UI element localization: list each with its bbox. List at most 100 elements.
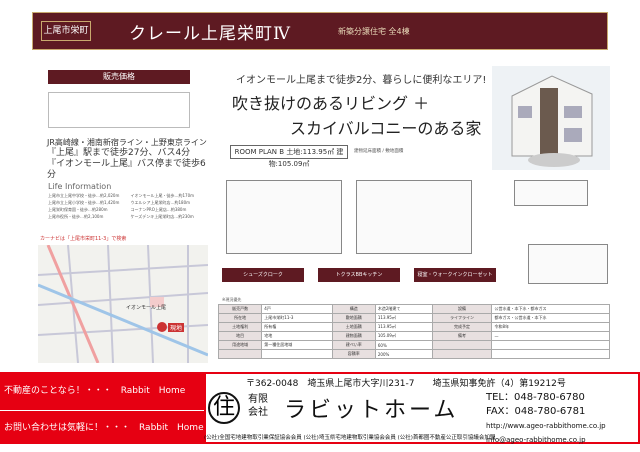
house-svg	[492, 66, 610, 170]
spec-label: 完成予定	[431, 322, 493, 332]
spec-row: 所在地 上尾市栄町11-3 敷地面積 113.95㎡ ライフライン 都市ガス・公営水道・本…	[217, 313, 610, 323]
life-item: 上尾市立上尾小学校・徒歩…約1,420m	[48, 200, 120, 205]
catch-line-1: イオンモール上尾まで徒歩2分、暮らしに便利なエリア!	[236, 75, 487, 86]
spec-row: 用途地域 第一種住居地域 建ぺい率 60%	[217, 340, 610, 350]
map-label: カーナビは「上尾市栄町11-3」で検索	[40, 235, 126, 242]
email-link[interactable]: info@ageo-rabbithome.co.jp	[486, 433, 606, 447]
website-link[interactable]: http://www.ageo-rabbithome.co.jp	[486, 419, 606, 433]
spec-value: 都市ガス・公営水道・本下水	[491, 313, 610, 323]
floor-plan-1f	[226, 180, 342, 254]
company-logo: 住	[208, 392, 240, 424]
footer-slogan-2: お問い合わせは気軽に！・・・ Rabbit Home	[0, 410, 204, 444]
spec-label	[431, 349, 493, 359]
header-banner: 上尾市栄町 クレール上尾栄町Ⅳ 新築分譲住宅 全4棟	[32, 12, 608, 50]
spec-value: 200%	[374, 349, 433, 359]
spec-label: 備考	[431, 331, 493, 341]
spec-value: 113.95㎡	[374, 313, 433, 323]
spec-note: ※現況優先	[222, 297, 242, 302]
area-tag: 上尾市栄町	[41, 21, 91, 41]
spec-row: 土地権利 所有権 土地面積 113.95㎡ 完成予定 令和8年	[217, 322, 610, 332]
map-store: イオンモール上尾	[126, 304, 166, 311]
spec-value	[261, 349, 333, 359]
property-title: クレール上尾栄町Ⅳ	[129, 24, 291, 44]
footer-contact: TEL：048-780-6780 FAX：048-780-6781 http:/…	[486, 391, 606, 447]
property-subtitle: 新築分譲住宅 全4棟	[338, 27, 410, 36]
spec-label	[217, 349, 263, 359]
room-plan-label: ROOM PLAN B 土地:113.95㎡ 建物:105.09㎡	[230, 145, 348, 168]
spec-label: 土地面積	[331, 322, 376, 332]
catch-line-2: 吹き抜けのあるリビング ＋	[232, 94, 430, 113]
spec-label: ライフライン	[431, 313, 493, 323]
floor-plan-2f	[356, 180, 472, 254]
spec-value: 宅地	[261, 331, 333, 341]
spec-label: 設備	[431, 304, 493, 314]
company-name: ラビットホーム	[284, 398, 459, 423]
fax-number: 048-780-6781	[514, 406, 586, 417]
spec-value: 上尾市栄町11-3	[261, 313, 333, 323]
spec-table: 販売戸数 4戸 構造 木造2階建て 設備 公営水道・本下水・都市ガス 所在地 上尾市栄町11-…	[217, 304, 610, 359]
price-box	[48, 92, 190, 128]
plan-name: ROOM PLAN B	[234, 148, 285, 156]
spec-label: 所在地	[217, 313, 263, 323]
access-line-1: JR高崎線・湘南新宿ライン・上野東京ライン	[47, 138, 207, 147]
life-info-list: 上尾市立上尾中学校・徒歩…約2,020m イオンモール上尾・徒歩…約170m 上…	[48, 192, 213, 220]
spec-value: 4戸	[261, 304, 333, 314]
footer-slogan-1: 不動産のことなら！・・・ Rabbit Home	[0, 372, 204, 410]
spec-value: 令和8年	[491, 322, 610, 332]
spec-value	[491, 349, 610, 359]
spec-value: 公営水道・本下水・都市ガス	[491, 304, 610, 314]
site-plan	[528, 244, 608, 284]
spec-value: 113.95㎡	[374, 322, 433, 332]
feature-kitchen: トクラスBBキッチン	[318, 268, 400, 282]
area-map[interactable]: 現地 イオンモール上尾	[38, 245, 208, 363]
feature-bedroom-wic: 寝室・ウォークインクローゼット	[414, 268, 496, 282]
price-heading: 販売価格	[48, 70, 190, 84]
spec-label: 構造	[331, 304, 376, 314]
spec-value: 第一種住居地域	[261, 340, 333, 350]
spec-value	[491, 340, 610, 350]
site-marker: 現地	[170, 324, 182, 332]
life-item: ケーズデンキ上尾栄町店…約230m	[130, 214, 194, 219]
spec-row: 容積率 200%	[217, 349, 610, 359]
life-item: コーナンPRO上尾店…約380m	[130, 207, 187, 212]
spec-label: 土地権利	[217, 322, 263, 332]
plan-meta: 建物延床面積 / 敷地面積	[354, 149, 404, 154]
spec-row: 販売戸数 4戸 構造 木造2階建て 設備 公営水道・本下水・都市ガス	[217, 304, 610, 314]
spec-label: 容積率	[331, 349, 376, 359]
access-line-3: 『イオンモール上尾』バス停まで徒歩6分	[47, 159, 206, 180]
access-line-2: 『上尾』駅まで徒歩27分、バス4分	[47, 148, 191, 158]
spec-label: 敷地面積	[331, 313, 376, 323]
life-item: ウエルシア上尾栄町店…約180m	[130, 200, 191, 205]
spec-row: 地目 宅地 建物面積 105.09㎡ 備考 —	[217, 331, 610, 341]
map-svg: 現地 イオンモール上尾	[38, 245, 208, 363]
spec-value: 105.09㎡	[374, 331, 433, 341]
balcony-plan	[514, 180, 588, 206]
spec-label: 建物面積	[331, 331, 376, 341]
spec-label: 建ぺい率	[331, 340, 376, 350]
life-item: 上尾市立上尾中学校・徒歩…約2,020m	[48, 193, 120, 198]
spec-value: 所有権	[261, 322, 333, 332]
floor-plans	[218, 172, 610, 284]
spec-value: 60%	[374, 340, 433, 350]
feature-shoes-cloak: シューズクローク	[222, 268, 304, 282]
spec-label: 用途地域	[217, 340, 263, 350]
spec-label	[431, 340, 493, 350]
map-address: カーナビは「上尾市栄町11-3」で検索	[40, 236, 127, 242]
house-exterior-image	[492, 66, 610, 170]
catch-line-3: スカイバルコニーのある家	[290, 119, 482, 138]
life-item: 上尾栄町保育園・徒歩…約280m	[48, 207, 108, 212]
company-type: 有限 会社	[248, 394, 268, 418]
plan-land-area: 土地:113.95㎡	[286, 148, 335, 156]
site-pin-icon	[157, 322, 167, 332]
tel-number[interactable]: 048-780-6780	[514, 392, 585, 403]
life-item: 上尾市役所・徒歩…約2,100m	[48, 214, 104, 219]
spec-value: —	[491, 331, 610, 341]
access-info: JR高崎線・湘南新宿ライン・上野東京ライン 『上尾』駅まで徒歩27分、バス4分 …	[47, 137, 207, 181]
spec-label: 地目	[217, 331, 263, 341]
spec-label: 販売戸数	[217, 304, 263, 314]
footer-associations: (公社)全国宅地建物取引業保証協会会員 (公社)埼玉県宅地建物取引業協会会員 (…	[204, 435, 496, 441]
life-item: イオンモール上尾・徒歩…約170m	[130, 193, 195, 198]
life-info-title: Life Information	[48, 182, 112, 191]
footer-address: 〒362-0048 埼玉県上尾市大字川231-7 埼玉県知事免許（4）第1921…	[246, 379, 566, 389]
spec-value: 木造2階建て	[374, 304, 433, 314]
